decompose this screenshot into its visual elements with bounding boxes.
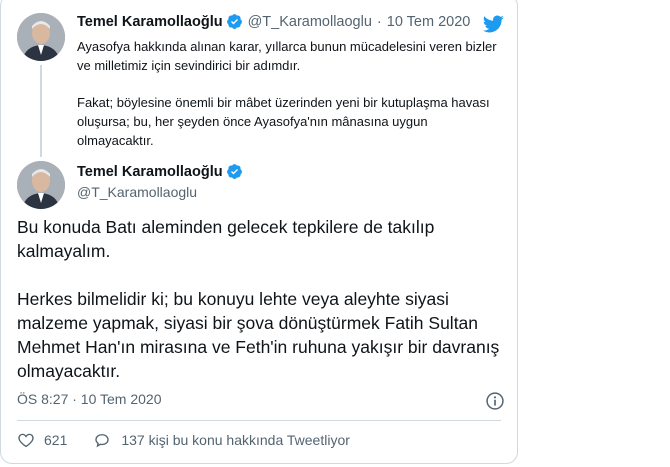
heart-icon — [17, 431, 35, 449]
info-icon[interactable] — [485, 391, 505, 411]
parent-tweet-text: Ayasofya hakkında alınan karar, yıllarca… — [77, 37, 497, 150]
main-display-name[interactable]: Temel Karamollaoğlu — [77, 164, 223, 180]
main-paragraph: Herkes bilmelidir ki; bu konuyu lehte ve… — [17, 289, 500, 381]
speech-bubble-icon — [93, 431, 111, 449]
parent-avatar[interactable] — [17, 13, 65, 61]
like-button[interactable]: 621 — [17, 431, 67, 449]
verified-badge-icon — [226, 13, 243, 30]
main-name-row: Temel Karamollaoğlu — [77, 163, 243, 180]
divider — [17, 420, 501, 421]
talking-about-label: 137 kişi bu konu hakkında Tweetliyor — [121, 432, 350, 448]
action-bar: 621 137 kişi bu konu hakkında Tweetliyor — [17, 431, 350, 449]
parent-header: Temel Karamollaoğlu @T_Karamollaoglu · 1… — [77, 13, 470, 30]
separator-dot: · — [376, 13, 382, 30]
main-handle[interactable]: @T_Karamollaoglu — [77, 184, 197, 200]
parent-paragraph: Ayasofya hakkında alınan karar, yıllarca… — [77, 39, 497, 73]
parent-date[interactable]: 10 Tem 2020 — [387, 14, 471, 30]
twitter-bird-icon[interactable] — [482, 13, 504, 35]
like-count: 621 — [44, 432, 68, 448]
main-avatar[interactable] — [17, 161, 65, 209]
verified-badge-icon — [226, 163, 243, 180]
main-tweet-text: Bu konuda Batı aleminden gelecek tepkile… — [17, 215, 507, 383]
parent-handle[interactable]: @T_Karamollaoglu — [248, 14, 372, 30]
talking-about-button[interactable]: 137 kişi bu konu hakkında Tweetliyor — [93, 431, 350, 449]
main-paragraph: Bu konuda Batı aleminden gelecek tepkile… — [17, 217, 435, 261]
tweet-timestamp[interactable]: ÖS 8:27 · 10 Tem 2020 — [17, 391, 162, 407]
thread-connector-line — [40, 65, 42, 157]
parent-paragraph: Fakat; böylesine önemli bir mâbet üzerin… — [77, 95, 490, 148]
parent-display-name[interactable]: Temel Karamollaoğlu — [77, 14, 223, 30]
tweet-embed-card: Temel Karamollaoğlu @T_Karamollaoglu · 1… — [0, 0, 518, 464]
